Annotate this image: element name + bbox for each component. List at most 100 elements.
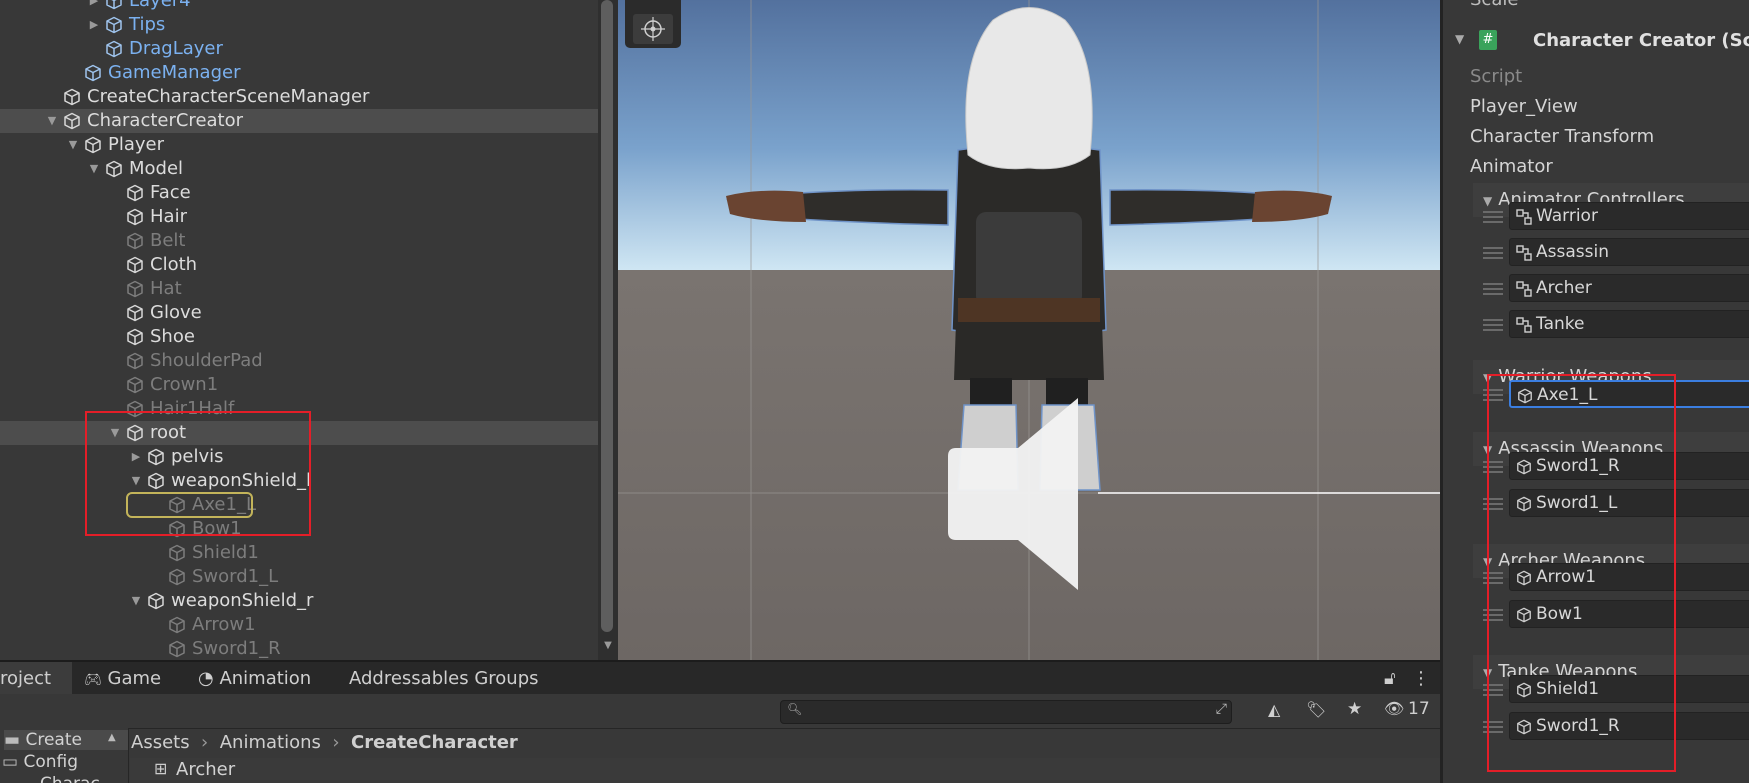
hierarchy-row[interactable]: Face [0,181,598,205]
tab-animation[interactable]: ◔ Animation [198,662,311,696]
foldout-collapsed-icon[interactable]: ▶ [87,13,101,37]
tab-addressables-label: Addressables Groups [349,668,539,689]
gameobject-cube-icon [63,88,81,106]
hierarchy-row[interactable]: Belt [0,229,598,253]
gameobject-cube-icon [168,544,186,562]
tab-addressables-groups[interactable]: Addressables Groups [349,662,539,696]
gameobject-cube-icon [126,256,144,274]
hierarchy-row[interactable]: Hair [0,205,598,229]
field-label-script: Script [1470,66,1523,87]
tree-scroll-up-arrow-icon[interactable]: ▲ [108,732,116,743]
folder-item-charac[interactable]: Charac [40,774,100,783]
breadcrumb-item-current[interactable]: CreateCharacter [351,732,518,753]
foldout-expanded-icon[interactable]: ▼ [129,589,143,613]
breadcrumb-item[interactable]: Animations [220,732,321,753]
tab-game[interactable]: 🎮︎ Game [84,662,161,696]
drag-handle-icon[interactable] [1483,211,1503,223]
hierarchy-row[interactable]: ▼ CharacterCreator [0,109,598,133]
object-reference-field[interactable]: Assassin [1509,238,1749,266]
hierarchy-row[interactable]: ▼ Player [0,133,598,157]
hierarchy-row-label: CharacterCreator [87,110,244,131]
folder-icon: ▬ [4,730,21,750]
object-reference-value: Archer [1536,278,1592,298]
hierarchy-row[interactable]: Crown1 [0,373,598,397]
gameobject-cube-icon [84,64,102,82]
object-reference-value: Assassin [1536,242,1609,262]
search-icon: 🔍︎ [787,702,803,716]
component-title: Character Creator (Scri [1533,30,1749,51]
hierarchy-row-label: CreateCharacterSceneManager [87,86,370,107]
asset-label: Archer [176,759,236,780]
object-reference-field[interactable]: Archer [1509,274,1749,302]
hidden-packages-eye-icon[interactable]: 👁︎ [1384,699,1404,718]
foldout-collapsed-icon[interactable]: ▶ [87,0,101,13]
foldout-expanded-icon[interactable]: ▼ [66,133,80,157]
filter-by-label-icon[interactable]: 🏷︎ [1306,700,1326,719]
hierarchy-row-label: Tips [129,14,166,35]
hierarchy-row[interactable]: Cloth [0,253,598,277]
hierarchy-row-label: Hat [150,278,182,299]
gameobject-cube-icon [126,184,144,202]
list-element: Warrior [1473,199,1749,235]
hierarchy-row[interactable]: Arrow1 [0,613,598,637]
favorites-star-icon[interactable]: ★ [1347,699,1362,719]
hierarchy-row-label: Glove [150,302,202,323]
folder-item-config[interactable]: ▭ Config [2,752,78,772]
hierarchy-row-label: Shoe [150,326,195,347]
field-label-character-transform: Character Transform [1470,126,1655,147]
animator-controller-icon: ⊞ [154,759,168,778]
foldout-expanded-icon[interactable]: ▼ [45,109,59,133]
hierarchy-row[interactable]: ▼ weaponShield_r [0,589,598,613]
gameobject-cube-icon [84,136,102,154]
hierarchy-scrollbar-thumb[interactable] [601,0,613,632]
drag-handle-icon[interactable] [1483,319,1503,331]
tab-project[interactable]: roject [0,662,72,696]
asset-list-item[interactable]: ⊞ Archer [130,758,1440,783]
object-reference-field[interactable]: Tanke [1509,310,1749,338]
move-tool-button[interactable] [633,14,673,44]
folder-icon: ▭ [2,752,19,772]
hierarchy-row[interactable]: Glove [0,301,598,325]
breadcrumb-item[interactable]: Assets [131,732,190,753]
hierarchy-row[interactable]: ▶ Tips [0,13,598,37]
more-options-icon[interactable]: ⋮ [1412,662,1430,696]
component-header[interactable]: ▼ # Character Creator (Scri [1443,26,1749,60]
hierarchy-row-label: Hair [150,206,187,227]
gameobject-cube-icon [126,328,144,346]
hierarchy-panel: ▶ Layer4 ▶ Tips DragLayer GameManager CreateCh… [0,0,598,660]
hierarchy-row[interactable]: Shield1 [0,541,598,565]
gameobject-cube-icon [168,568,186,586]
scene-viewport-graphics [618,0,1440,660]
foldout-arrow-icon[interactable]: ▼ [1455,32,1464,46]
hierarchy-row[interactable]: Sword1_R [0,637,598,660]
drag-handle-icon[interactable] [1483,247,1503,259]
hierarchy-row-label: weaponShield_r [171,590,314,611]
hierarchy-row[interactable]: Sword1_L [0,565,598,589]
breadcrumb: Assets › Animations › CreateCharacter [131,728,518,758]
tab-project-label: roject [0,668,52,689]
hierarchy-row[interactable]: ▼ Model [0,157,598,181]
lock-icon[interactable]: 🔓︎ [1384,662,1396,696]
gameobject-cube-icon [126,352,144,370]
foldout-expanded-icon[interactable]: ▼ [87,157,101,181]
scroll-down-arrow-icon[interactable]: ▼ [601,640,615,651]
hierarchy-row[interactable]: ShoulderPad [0,349,598,373]
scene-view[interactable] [618,0,1440,660]
gameobject-cube-icon [168,616,186,634]
animation-clock-icon: ◔ [198,668,214,689]
hierarchy-row[interactable]: DragLayer [0,37,598,61]
hierarchy-row-label: Face [150,182,191,203]
filter-by-type-icon[interactable]: ◭ [1268,700,1280,719]
hierarchy-row[interactable]: CreateCharacterSceneManager [0,85,598,109]
hierarchy-row[interactable]: ▶ Layer4 [0,0,598,13]
hierarchy-row[interactable]: Hat [0,277,598,301]
object-reference-field[interactable]: Warrior [1509,202,1749,230]
hierarchy-row[interactable]: GameManager [0,61,598,85]
folder-label: Create [25,730,82,750]
drag-handle-icon[interactable] [1483,283,1503,295]
hierarchy-row-label: Sword1_L [192,566,279,587]
project-search-input[interactable]: 🔍︎ ⤢ [780,700,1232,724]
hierarchy-row[interactable]: Shoe [0,325,598,349]
bottom-tab-bar: roject 🎮︎ Game ◔ Animation Addressables … [0,660,1440,696]
search-expand-icon[interactable]: ⤢ [1216,701,1227,717]
